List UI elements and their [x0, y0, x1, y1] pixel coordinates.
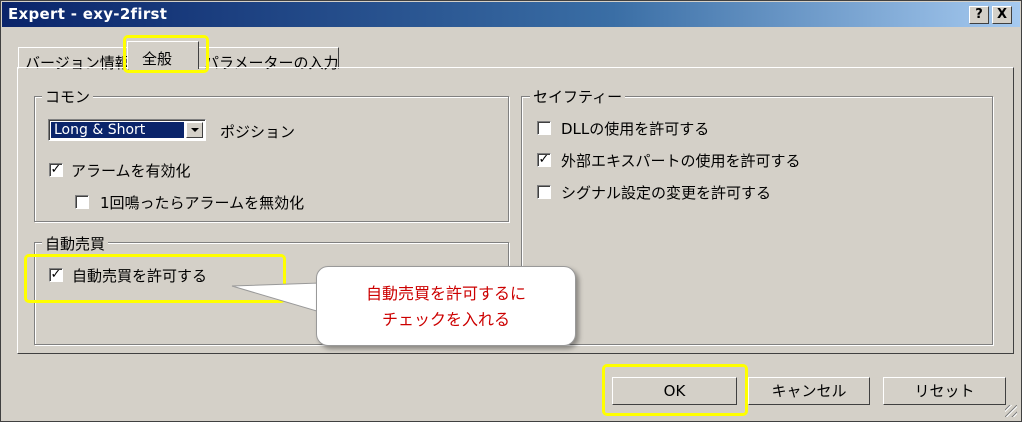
tab-version-info[interactable]: バージョン情報: [18, 47, 130, 72]
position-select[interactable]: Long & Short: [48, 119, 206, 141]
callout-line-1: 自動売買を許可するに: [365, 284, 526, 303]
ok-highlight: [602, 364, 748, 416]
position-label: ポジション: [220, 123, 296, 141]
window-title: Expert - exy-2first: [8, 5, 168, 23]
allow-dll-checkbox[interactable]: [537, 121, 551, 135]
disable-alert-checkbox[interactable]: [75, 195, 89, 209]
cancel-button[interactable]: キャンセル: [748, 377, 870, 405]
disable-alert-label: 1回鳴ったらアラームを無効化: [100, 194, 305, 212]
alert-label: アラームを有効化: [71, 162, 191, 180]
expert-dialog: Expert - exy-2first ? X バージョン情報 パラメーターの入…: [0, 0, 1022, 422]
tab-general[interactable]: 全般: [127, 41, 199, 69]
alert-checkbox[interactable]: ✓: [49, 163, 63, 177]
resize-grip-icon[interactable]: [1005, 405, 1017, 417]
reset-button[interactable]: リセット: [883, 377, 1006, 405]
allow-external-expert-label: 外部エキスパートの使用を許可する: [561, 152, 801, 170]
close-button[interactable]: X: [992, 6, 1012, 24]
allow-signal-change-checkbox[interactable]: [537, 185, 551, 199]
tab-parameters[interactable]: パラメーターの入力: [197, 47, 339, 72]
callout-line-2: チェックを入れる: [381, 310, 510, 329]
auto-trade-group-title: 自動売買: [42, 233, 109, 254]
allow-external-expert-checkbox[interactable]: ✓: [537, 153, 551, 167]
help-button[interactable]: ?: [969, 6, 989, 24]
allow-dll-label: DLLの使用を許可する: [561, 120, 710, 138]
annotation-callout: 自動売買を許可するに チェックを入れる: [316, 266, 576, 346]
safety-group-title: セイフティー: [530, 86, 626, 107]
position-select-value: Long & Short: [51, 122, 184, 138]
tab-label: 全般: [142, 50, 173, 68]
title-bar[interactable]: Expert - exy-2first ? X: [2, 2, 1020, 27]
callout-pointer: [231, 282, 321, 313]
chevron-down-icon[interactable]: [186, 122, 203, 138]
allow-signal-change-label: シグナル設定の変更を許可する: [561, 184, 772, 202]
common-group-title: コモン: [42, 86, 94, 107]
